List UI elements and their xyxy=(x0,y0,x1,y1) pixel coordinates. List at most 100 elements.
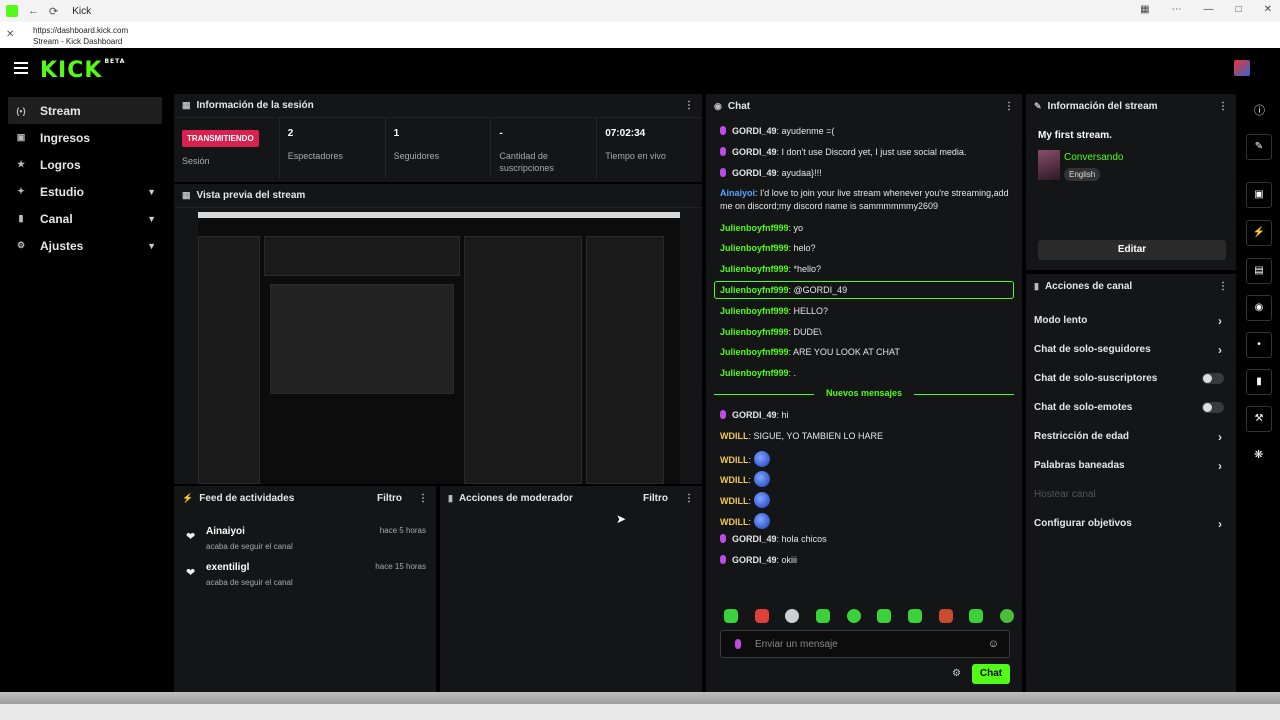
chat-username[interactable]: GORDI_49 xyxy=(732,168,777,178)
chat-icon: ◉ xyxy=(714,100,722,111)
emote-icon[interactable] xyxy=(846,609,861,623)
emotes-only-toggle[interactable] xyxy=(1202,402,1224,413)
sidebar-item-label: Canal xyxy=(40,211,73,226)
chat-text: ARE YOU LOOK AT CHAT xyxy=(793,347,900,357)
banned-words-action[interactable]: Palabras baneadas › xyxy=(1026,451,1236,480)
more-options-icon[interactable]: ⋮ xyxy=(684,100,694,111)
chat-text: hola chicos xyxy=(781,534,827,544)
chat-username[interactable]: WDILL xyxy=(720,475,749,485)
slow-mode-action[interactable]: Modo lento › xyxy=(1026,306,1236,335)
emote-icon[interactable] xyxy=(724,609,738,623)
configure-goals-action[interactable]: Configurar objetivos › xyxy=(1026,509,1236,538)
chat-username[interactable]: GORDI_49 xyxy=(732,126,777,136)
shield-tool-icon[interactable]: ▮ xyxy=(1246,369,1272,395)
panel-header: ✎ Información del stream ⋮ xyxy=(1026,94,1236,118)
emote-icon[interactable] xyxy=(754,609,769,623)
sidebar-item-logros[interactable]: ★ Logros xyxy=(8,151,162,178)
maximize-icon[interactable]: □ xyxy=(1236,4,1242,15)
more-options-icon[interactable]: ⋮ xyxy=(1218,281,1228,292)
chat-username[interactable]: Julienboyfnf999 xyxy=(720,347,789,357)
uptime-value: 07:02:34 xyxy=(605,128,646,139)
emote-icon[interactable] xyxy=(815,609,830,623)
action-label: Chat de solo-emotes xyxy=(1034,402,1133,413)
panel-title: Vista previa del stream xyxy=(196,190,306,201)
subs-label: Cantidad de suscripciones xyxy=(499,151,554,173)
panel-header: ◉ Chat ⋮ xyxy=(706,94,1022,118)
sidebar-item-estudio[interactable]: ✦ Estudio ▼ xyxy=(8,178,162,205)
chat-message-input[interactable]: Enviar un mensaje ☺ xyxy=(720,630,1010,658)
chat-username[interactable]: GORDI_49 xyxy=(732,147,777,157)
stream-category[interactable]: Conversando xyxy=(1064,152,1123,163)
send-chat-button[interactable]: Chat xyxy=(972,664,1010,684)
subscribers-only-toggle[interactable] xyxy=(1202,373,1224,384)
more-options-icon[interactable]: ⋮ xyxy=(1218,101,1228,112)
filter-button[interactable]: Filtro xyxy=(377,493,402,504)
chat-message: WDILL: xyxy=(720,492,1010,508)
emote-icon[interactable] xyxy=(999,609,1014,623)
sidebar-item-ingresos[interactable]: ▣ Ingresos xyxy=(8,124,162,151)
emote-icon[interactable] xyxy=(907,609,922,623)
menu-icon[interactable] xyxy=(14,62,28,74)
mod-badge-icon xyxy=(720,168,726,177)
chat-username[interactable]: WDILL xyxy=(720,431,749,441)
emote-icon[interactable] xyxy=(877,609,892,623)
chat-username[interactable]: Julienboyfnf999 xyxy=(720,327,789,337)
broadcast-tool-icon[interactable]: • xyxy=(1246,332,1272,358)
back-icon[interactable]: ← xyxy=(28,5,39,17)
stop-loading-icon[interactable]: ✕ xyxy=(6,29,14,40)
logo-beta-tag: BETA xyxy=(104,58,126,65)
feed-user-name[interactable]: Ainaiyoi xyxy=(206,526,245,537)
chat-username[interactable]: Julienboyfnf999 xyxy=(720,264,789,274)
sidebar-item-ajustes[interactable]: ⚙ Ajustes ▼ xyxy=(8,232,162,259)
edit-tool-icon[interactable]: ✎ xyxy=(1246,134,1272,160)
chat-username[interactable]: Julienboyfnf999 xyxy=(720,306,789,316)
more-icon[interactable]: ⋯ xyxy=(1172,4,1182,15)
emote-icon[interactable] xyxy=(938,609,953,623)
chat-username[interactable]: GORDI_49 xyxy=(732,534,777,544)
reload-icon[interactable]: ⟳ xyxy=(49,5,58,18)
user-avatar[interactable] xyxy=(1234,60,1250,76)
chat-username[interactable]: WDILL xyxy=(720,496,749,506)
chat-username[interactable]: Julienboyfnf999 xyxy=(720,285,789,295)
mod-badge-icon xyxy=(735,639,741,649)
url-text[interactable]: https://dashboard.kick.com xyxy=(33,26,128,35)
emote-icon xyxy=(753,451,770,467)
extensions-icon[interactable]: ▦ xyxy=(1140,4,1149,15)
chat-username[interactable]: GORDI_49 xyxy=(732,410,777,420)
chat-username[interactable]: Julienboyfnf999 xyxy=(720,223,789,233)
emote-icon[interactable] xyxy=(969,609,984,623)
more-options-icon[interactable]: ⋮ xyxy=(684,493,694,504)
layout-tool-icon[interactable]: ▣ xyxy=(1246,182,1272,208)
close-window-icon[interactable]: ✕ xyxy=(1264,4,1272,15)
chat-settings-icon[interactable]: ⚙ xyxy=(952,668,961,679)
chat-username[interactable]: WDILL xyxy=(720,517,749,527)
notes-tool-icon[interactable]: ▤ xyxy=(1246,258,1272,284)
edit-stream-button[interactable]: Editar xyxy=(1038,240,1226,260)
emote-icon[interactable] xyxy=(785,609,800,623)
minimize-icon[interactable]: — xyxy=(1204,4,1214,15)
chat-username[interactable]: Julienboyfnf999 xyxy=(720,243,789,253)
age-restriction-action[interactable]: Restricción de edad › xyxy=(1026,422,1236,451)
apps-icon[interactable]: ❋ xyxy=(1254,448,1263,461)
bolt-tool-icon[interactable]: ⚡ xyxy=(1246,220,1272,246)
more-options-icon[interactable]: ⋮ xyxy=(418,493,428,504)
emote-bar xyxy=(724,609,1014,623)
more-options-icon[interactable]: ⋮ xyxy=(1004,101,1014,112)
wrench-tool-icon[interactable]: ⚒ xyxy=(1246,406,1272,432)
followers-only-action[interactable]: Chat de solo-seguidores › xyxy=(1026,335,1236,364)
emoji-picker-icon[interactable]: ☺ xyxy=(988,638,999,650)
chat-username[interactable]: WDILL xyxy=(720,455,749,465)
chat-username[interactable]: Ainaiyoi xyxy=(720,188,755,198)
chat-username[interactable]: GORDI_49 xyxy=(732,555,777,565)
sidebar-item-stream[interactable]: (•) Stream xyxy=(8,97,162,124)
chat-tool-icon[interactable]: ◉ xyxy=(1246,295,1272,321)
language-tag: English xyxy=(1064,168,1101,181)
feed-user-name[interactable]: exentiligl xyxy=(206,562,249,573)
filter-button[interactable]: Filtro xyxy=(643,493,668,504)
chevron-down-icon: ▼ xyxy=(147,213,156,224)
info-icon[interactable]: ⓘ xyxy=(1254,102,1265,118)
kick-logo[interactable]: KICK BETA xyxy=(40,58,125,83)
chat-username[interactable]: Julienboyfnf999 xyxy=(720,368,789,378)
sidebar-item-canal[interactable]: ▮ Canal ▼ xyxy=(8,205,162,232)
stream-preview-video[interactable] xyxy=(198,212,680,484)
